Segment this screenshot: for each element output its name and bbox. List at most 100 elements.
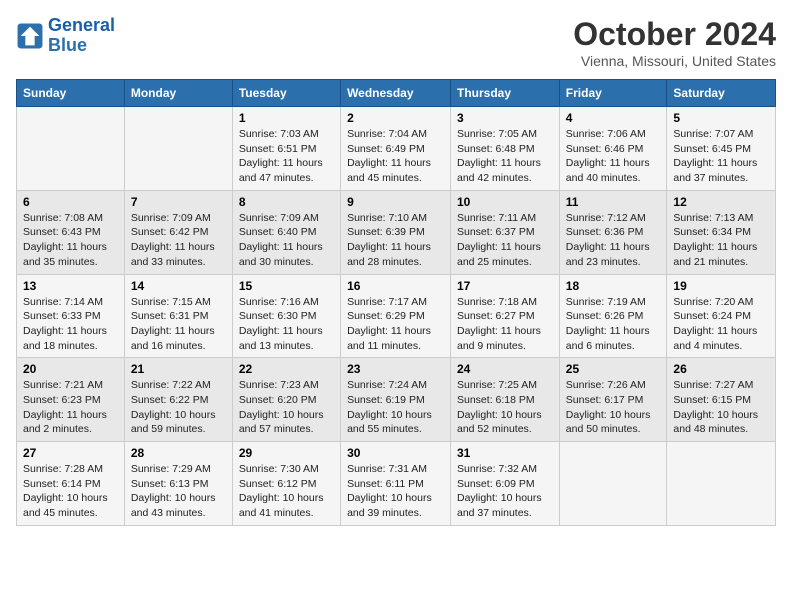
day-info: Sunrise: 7:26 AM Sunset: 6:17 PM Dayligh…: [566, 378, 661, 437]
dow-header-wednesday: Wednesday: [341, 80, 451, 107]
day-number: 17: [457, 279, 553, 293]
dow-header-monday: Monday: [124, 80, 232, 107]
calendar-cell: 21 Sunrise: 7:22 AM Sunset: 6:22 PM Dayli…: [124, 358, 232, 442]
calendar-cell: 8 Sunrise: 7:09 AM Sunset: 6:40 PM Daylig…: [232, 190, 340, 274]
calendar-cell: 17 Sunrise: 7:18 AM Sunset: 6:27 PM Dayli…: [451, 274, 560, 358]
calendar-cell: 31 Sunrise: 7:32 AM Sunset: 6:09 PM Dayli…: [451, 442, 560, 526]
day-number: 27: [23, 446, 118, 460]
calendar-cell: [17, 107, 125, 191]
day-info: Sunrise: 7:14 AM Sunset: 6:33 PM Dayligh…: [23, 295, 118, 354]
day-info: Sunrise: 7:17 AM Sunset: 6:29 PM Dayligh…: [347, 295, 444, 354]
calendar-cell: 22Sunrise: 7:23 AM Sunset: 6:20 PM Dayli…: [232, 358, 340, 442]
day-info: Sunrise: 7:21 AM Sunset: 6:23 PM Dayligh…: [23, 378, 118, 437]
dow-header-tuesday: Tuesday: [232, 80, 340, 107]
day-number: 8: [239, 195, 334, 209]
day-number: 21: [131, 362, 226, 376]
day-info: Sunrise: 7:06 AM Sunset: 6:46 PM Dayligh…: [566, 127, 661, 186]
calendar-cell: 9Sunrise: 7:10 AM Sunset: 6:39 PM Daylig…: [341, 190, 451, 274]
day-info: Sunrise: 7:09 AM Sunset: 6:40 PM Dayligh…: [239, 211, 334, 270]
calendar-cell: 11 Sunrise: 7:12 AM Sunset: 6:36 PM Dayli…: [559, 190, 667, 274]
day-number: 24: [457, 362, 553, 376]
day-info: Sunrise: 7:20 AM Sunset: 6:24 PM Dayligh…: [673, 295, 769, 354]
day-number: 16: [347, 279, 444, 293]
day-number: 13: [23, 279, 118, 293]
day-info: Sunrise: 7:31 AM Sunset: 6:11 PM Dayligh…: [347, 462, 444, 521]
logo-icon: [16, 22, 44, 50]
day-number: 18: [566, 279, 661, 293]
dow-header-sunday: Sunday: [17, 80, 125, 107]
calendar-cell: 5 Sunrise: 7:07 AM Sunset: 6:45 PM Daylig…: [667, 107, 776, 191]
day-number: 29: [239, 446, 334, 460]
calendar-cell: 24 Sunrise: 7:25 AM Sunset: 6:18 PM Dayli…: [451, 358, 560, 442]
day-info: Sunrise: 7:03 AM Sunset: 6:51 PM Dayligh…: [239, 127, 334, 186]
day-number: 5: [673, 111, 769, 125]
calendar-cell: 14 Sunrise: 7:15 AM Sunset: 6:31 PM Dayli…: [124, 274, 232, 358]
day-info: Sunrise: 7:25 AM Sunset: 6:18 PM Dayligh…: [457, 378, 553, 437]
day-number: 19: [673, 279, 769, 293]
calendar-week-5: 27Sunrise: 7:28 AM Sunset: 6:14 PM Dayli…: [17, 442, 776, 526]
day-number: 26: [673, 362, 769, 376]
calendar-week-4: 20 Sunrise: 7:21 AM Sunset: 6:23 PM Dayli…: [17, 358, 776, 442]
day-info: Sunrise: 7:19 AM Sunset: 6:26 PM Dayligh…: [566, 295, 661, 354]
calendar-cell: 25 Sunrise: 7:26 AM Sunset: 6:17 PM Dayli…: [559, 358, 667, 442]
calendar-cell: 29 Sunrise: 7:30 AM Sunset: 6:12 PM Dayli…: [232, 442, 340, 526]
day-number: 23: [347, 362, 444, 376]
calendar-cell: 15 Sunrise: 7:16 AM Sunset: 6:30 PM Dayli…: [232, 274, 340, 358]
calendar-cell: 1 Sunrise: 7:03 AM Sunset: 6:51 PM Daylig…: [232, 107, 340, 191]
calendar-cell: 28Sunrise: 7:29 AM Sunset: 6:13 PM Dayli…: [124, 442, 232, 526]
calendar-week-1: 1 Sunrise: 7:03 AM Sunset: 6:51 PM Daylig…: [17, 107, 776, 191]
calendar-cell: 4Sunrise: 7:06 AM Sunset: 6:46 PM Daylig…: [559, 107, 667, 191]
calendar-cell: 13 Sunrise: 7:14 AM Sunset: 6:33 PM Dayli…: [17, 274, 125, 358]
day-number: 20: [23, 362, 118, 376]
calendar-week-2: 6 Sunrise: 7:08 AM Sunset: 6:43 PM Daylig…: [17, 190, 776, 274]
calendar-cell: 16 Sunrise: 7:17 AM Sunset: 6:29 PM Dayli…: [341, 274, 451, 358]
day-number: 1: [239, 111, 334, 125]
calendar-cell: 2 Sunrise: 7:04 AM Sunset: 6:49 PM Daylig…: [341, 107, 451, 191]
day-info: Sunrise: 7:05 AM Sunset: 6:48 PM Dayligh…: [457, 127, 553, 186]
day-info: Sunrise: 7:15 AM Sunset: 6:31 PM Dayligh…: [131, 295, 226, 354]
day-number: 2: [347, 111, 444, 125]
day-info: Sunrise: 7:10 AM Sunset: 6:39 PM Dayligh…: [347, 211, 444, 270]
calendar-cell: 19 Sunrise: 7:20 AM Sunset: 6:24 PM Dayli…: [667, 274, 776, 358]
day-info: Sunrise: 7:12 AM Sunset: 6:36 PM Dayligh…: [566, 211, 661, 270]
calendar-cell: 20 Sunrise: 7:21 AM Sunset: 6:23 PM Dayli…: [17, 358, 125, 442]
calendar-cell: 12 Sunrise: 7:13 AM Sunset: 6:34 PM Dayli…: [667, 190, 776, 274]
dow-header-saturday: Saturday: [667, 80, 776, 107]
day-info: Sunrise: 7:08 AM Sunset: 6:43 PM Dayligh…: [23, 211, 118, 270]
day-number: 7: [131, 195, 226, 209]
day-info: Sunrise: 7:32 AM Sunset: 6:09 PM Dayligh…: [457, 462, 553, 521]
logo-text: General Blue: [48, 16, 115, 56]
day-info: Sunrise: 7:09 AM Sunset: 6:42 PM Dayligh…: [131, 211, 226, 270]
day-number: 15: [239, 279, 334, 293]
calendar-cell: 27Sunrise: 7:28 AM Sunset: 6:14 PM Dayli…: [17, 442, 125, 526]
day-number: 28: [131, 446, 226, 460]
calendar-table: SundayMondayTuesdayWednesdayThursdayFrid…: [16, 79, 776, 526]
calendar-cell: [667, 442, 776, 526]
day-number: 25: [566, 362, 661, 376]
day-number: 31: [457, 446, 553, 460]
day-number: 6: [23, 195, 118, 209]
dow-header-thursday: Thursday: [451, 80, 560, 107]
day-info: Sunrise: 7:30 AM Sunset: 6:12 PM Dayligh…: [239, 462, 334, 521]
day-info: Sunrise: 7:27 AM Sunset: 6:15 PM Dayligh…: [673, 378, 769, 437]
month-title: October 2024: [573, 16, 776, 53]
day-info: Sunrise: 7:04 AM Sunset: 6:49 PM Dayligh…: [347, 127, 444, 186]
day-number: 3: [457, 111, 553, 125]
calendar-cell: 18 Sunrise: 7:19 AM Sunset: 6:26 PM Dayli…: [559, 274, 667, 358]
day-info: Sunrise: 7:22 AM Sunset: 6:22 PM Dayligh…: [131, 378, 226, 437]
day-number: 12: [673, 195, 769, 209]
day-info: Sunrise: 7:16 AM Sunset: 6:30 PM Dayligh…: [239, 295, 334, 354]
calendar-week-3: 13 Sunrise: 7:14 AM Sunset: 6:33 PM Dayli…: [17, 274, 776, 358]
day-info: Sunrise: 7:18 AM Sunset: 6:27 PM Dayligh…: [457, 295, 553, 354]
location: Vienna, Missouri, United States: [573, 53, 776, 69]
calendar-cell: 26 Sunrise: 7:27 AM Sunset: 6:15 PM Dayli…: [667, 358, 776, 442]
calendar-cell: 30 Sunrise: 7:31 AM Sunset: 6:11 PM Dayli…: [341, 442, 451, 526]
day-info: Sunrise: 7:07 AM Sunset: 6:45 PM Dayligh…: [673, 127, 769, 186]
day-number: 14: [131, 279, 226, 293]
day-number: 11: [566, 195, 661, 209]
day-info: Sunrise: 7:13 AM Sunset: 6:34 PM Dayligh…: [673, 211, 769, 270]
calendar-cell: 7 Sunrise: 7:09 AM Sunset: 6:42 PM Daylig…: [124, 190, 232, 274]
day-info: Sunrise: 7:23 AM Sunset: 6:20 PM Dayligh…: [239, 378, 334, 437]
page-header: General Blue October 2024 Vienna, Missou…: [16, 16, 776, 69]
day-number: 30: [347, 446, 444, 460]
